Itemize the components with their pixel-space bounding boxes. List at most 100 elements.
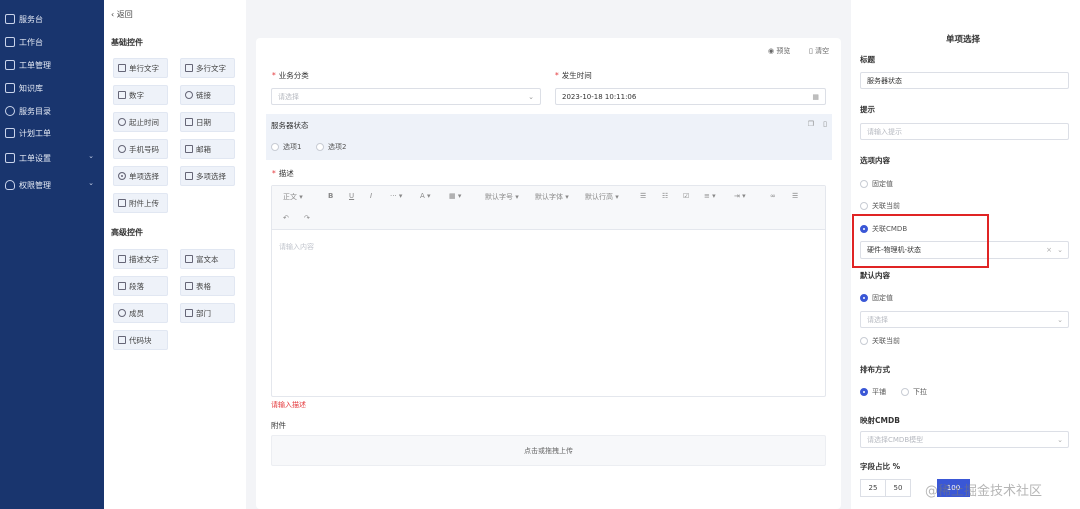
nav-item-workbench[interactable]: 工作台 [0, 32, 104, 52]
back-link[interactable]: ‹ 返回 [111, 9, 133, 20]
server-status-field[interactable]: 服务器状态 ❐ ▯ 选项1 选项2 [266, 114, 832, 160]
hint-input[interactable]: 请输入提示 [860, 123, 1069, 140]
link-icon[interactable]: ∞ [770, 192, 776, 200]
control-time-range[interactable]: 起止时间 [113, 112, 168, 132]
default-current-radio[interactable]: 关联当前 [860, 336, 900, 346]
nav-item-service-catalog[interactable]: 服务目录 [0, 101, 104, 121]
nav-item-ticket-management[interactable]: 工单管理 [0, 55, 104, 75]
nav-item-service-desk[interactable]: 服务台 [0, 9, 104, 29]
control-attachment[interactable]: 附件上传 [113, 193, 168, 213]
layout-dropdown-radio[interactable]: 下拉 [901, 387, 927, 397]
control-multi-line[interactable]: 多行文字 [180, 58, 235, 78]
control-single-choice[interactable]: 单项选择 [113, 166, 168, 186]
option-current-radio[interactable]: 关联当前 [860, 201, 900, 211]
time-input[interactable]: 2023-10-18 10:11:06 ▦ [555, 88, 826, 105]
underline-icon[interactable]: U [349, 192, 354, 200]
toolbar-font-size[interactable]: 默认字号 ▾ [485, 192, 519, 202]
nav-item-knowledge-base[interactable]: 知识库 [0, 78, 104, 98]
radio-icon [860, 337, 868, 345]
radio-icon [901, 388, 909, 396]
chevron-down-icon: ⌄ [88, 152, 94, 160]
default-fixed-radio[interactable]: 固定值 [860, 293, 893, 303]
control-description-text[interactable]: 描述文字 [113, 249, 168, 269]
control-link[interactable]: 链接 [180, 85, 235, 105]
chevron-down-icon: ⌄ [88, 179, 94, 187]
advanced-controls-title: 高级控件 [111, 228, 143, 237]
editor-toolbar: 正文 ▾ B U I ··· ▾ A ▾ ▦ ▾ 默认字号 ▾ 默认字体 ▾ 默… [272, 186, 825, 230]
control-rich-text[interactable]: 富文本 [180, 249, 235, 269]
default-value-select[interactable]: 请选择 ⌄ [860, 311, 1069, 328]
sliders-icon [5, 153, 15, 163]
ratio-label: 字段占比 % [860, 462, 901, 471]
background-color-icon[interactable]: ▦ ▾ [449, 192, 461, 200]
server-status-label: 服务器状态 [271, 121, 309, 130]
desk-icon [5, 14, 15, 24]
shield-icon [5, 180, 15, 190]
editor-placeholder[interactable]: 请输入内容 [279, 242, 314, 252]
catalog-icon [5, 106, 15, 116]
map-cmdb-select[interactable]: 请选择CMDB模型 ⌄ [860, 431, 1069, 448]
control-phone[interactable]: 手机号码 [113, 139, 168, 159]
font-color-icon[interactable]: A ▾ [420, 192, 431, 200]
upload-area[interactable]: 点击或拖拽上传 [271, 435, 826, 466]
description-label: * 描述 [272, 169, 294, 178]
control-department[interactable]: 部门 [180, 303, 235, 323]
number-icon [118, 91, 126, 99]
more-menu-icon[interactable]: ☰ [792, 192, 798, 200]
radio-icon [316, 143, 324, 151]
control-code-block[interactable]: 代码块 [113, 330, 168, 350]
properties-panel: 单项选择 标题 服务器状态 提示 请输入提示 选项内容 固定值 关联当前 关联C… [851, 0, 1080, 509]
option-content-label: 选项内容 [860, 156, 890, 165]
bold-icon[interactable]: B [328, 192, 333, 200]
copy-icon[interactable]: ❐ [808, 120, 814, 128]
bullet-list-icon[interactable]: ☰ [640, 192, 646, 200]
book-icon [5, 83, 15, 93]
more-icon[interactable]: ··· ▾ [390, 192, 402, 200]
ratio-25-button[interactable]: 25 [860, 479, 886, 497]
layout-tile-radio[interactable]: 平铺 [860, 387, 886, 397]
map-cmdb-label: 映射CMDB [860, 416, 900, 425]
monitor-icon [5, 37, 15, 47]
chevron-down-icon: ⌄ [528, 92, 534, 101]
nav-item-ticket-settings[interactable]: 工单设置 ⌄ [0, 148, 104, 168]
radio-icon [860, 180, 868, 188]
checkbox-icon [185, 172, 193, 180]
control-multi-choice[interactable]: 多项选择 [180, 166, 235, 186]
control-single-line[interactable]: 单行文字 [113, 58, 168, 78]
clear-icon[interactable]: × [1046, 246, 1052, 254]
toolbar-font-family[interactable]: 默认字体 ▾ [535, 192, 569, 202]
preview-button[interactable]: ◉ 预览 [768, 46, 790, 56]
title-input[interactable]: 服务器状态 [860, 72, 1069, 89]
calendar-icon [5, 128, 15, 138]
control-paragraph[interactable]: 段落 [113, 276, 168, 296]
redo-icon[interactable]: ↷ [304, 214, 310, 222]
todo-icon[interactable]: ☑ [683, 192, 689, 200]
description-error: 请输入描述 [271, 401, 306, 409]
indent-icon[interactable]: ⇥ ▾ [734, 192, 746, 200]
control-date[interactable]: 日期 [180, 112, 235, 132]
undo-icon[interactable]: ↶ [283, 214, 289, 222]
toolbar-line-height[interactable]: 默认行高 ▾ [585, 192, 619, 202]
category-label: * 业务分类 [272, 71, 309, 80]
panel-title: 单项选择 [946, 35, 981, 45]
option-1[interactable]: 选项1 [271, 142, 301, 152]
radio-checked-icon [860, 294, 868, 302]
option-2[interactable]: 选项2 [316, 142, 346, 152]
toolbar-paragraph-style[interactable]: 正文 ▾ [283, 192, 303, 202]
nav-item-planned-tickets[interactable]: 计划工单 [0, 123, 104, 143]
control-number[interactable]: 数字 [113, 85, 168, 105]
italic-icon[interactable]: I [370, 192, 372, 200]
control-email[interactable]: 邮箱 [180, 139, 235, 159]
control-table[interactable]: 表格 [180, 276, 235, 296]
align-icon[interactable]: ≡ ▾ [704, 192, 716, 200]
ticket-icon [5, 60, 15, 70]
calendar-icon [185, 118, 193, 126]
ratio-50-button[interactable]: 50 [885, 479, 911, 497]
nav-item-permissions[interactable]: 权限管理 ⌄ [0, 175, 104, 195]
trash-icon[interactable]: ▯ [823, 120, 827, 128]
control-member[interactable]: 成员 [113, 303, 168, 323]
clear-button[interactable]: ▯ 清空 [809, 46, 829, 56]
option-fixed-radio[interactable]: 固定值 [860, 179, 893, 189]
category-select[interactable]: 请选择 ⌄ [271, 88, 541, 105]
numbered-list-icon[interactable]: ☷ [662, 192, 668, 200]
